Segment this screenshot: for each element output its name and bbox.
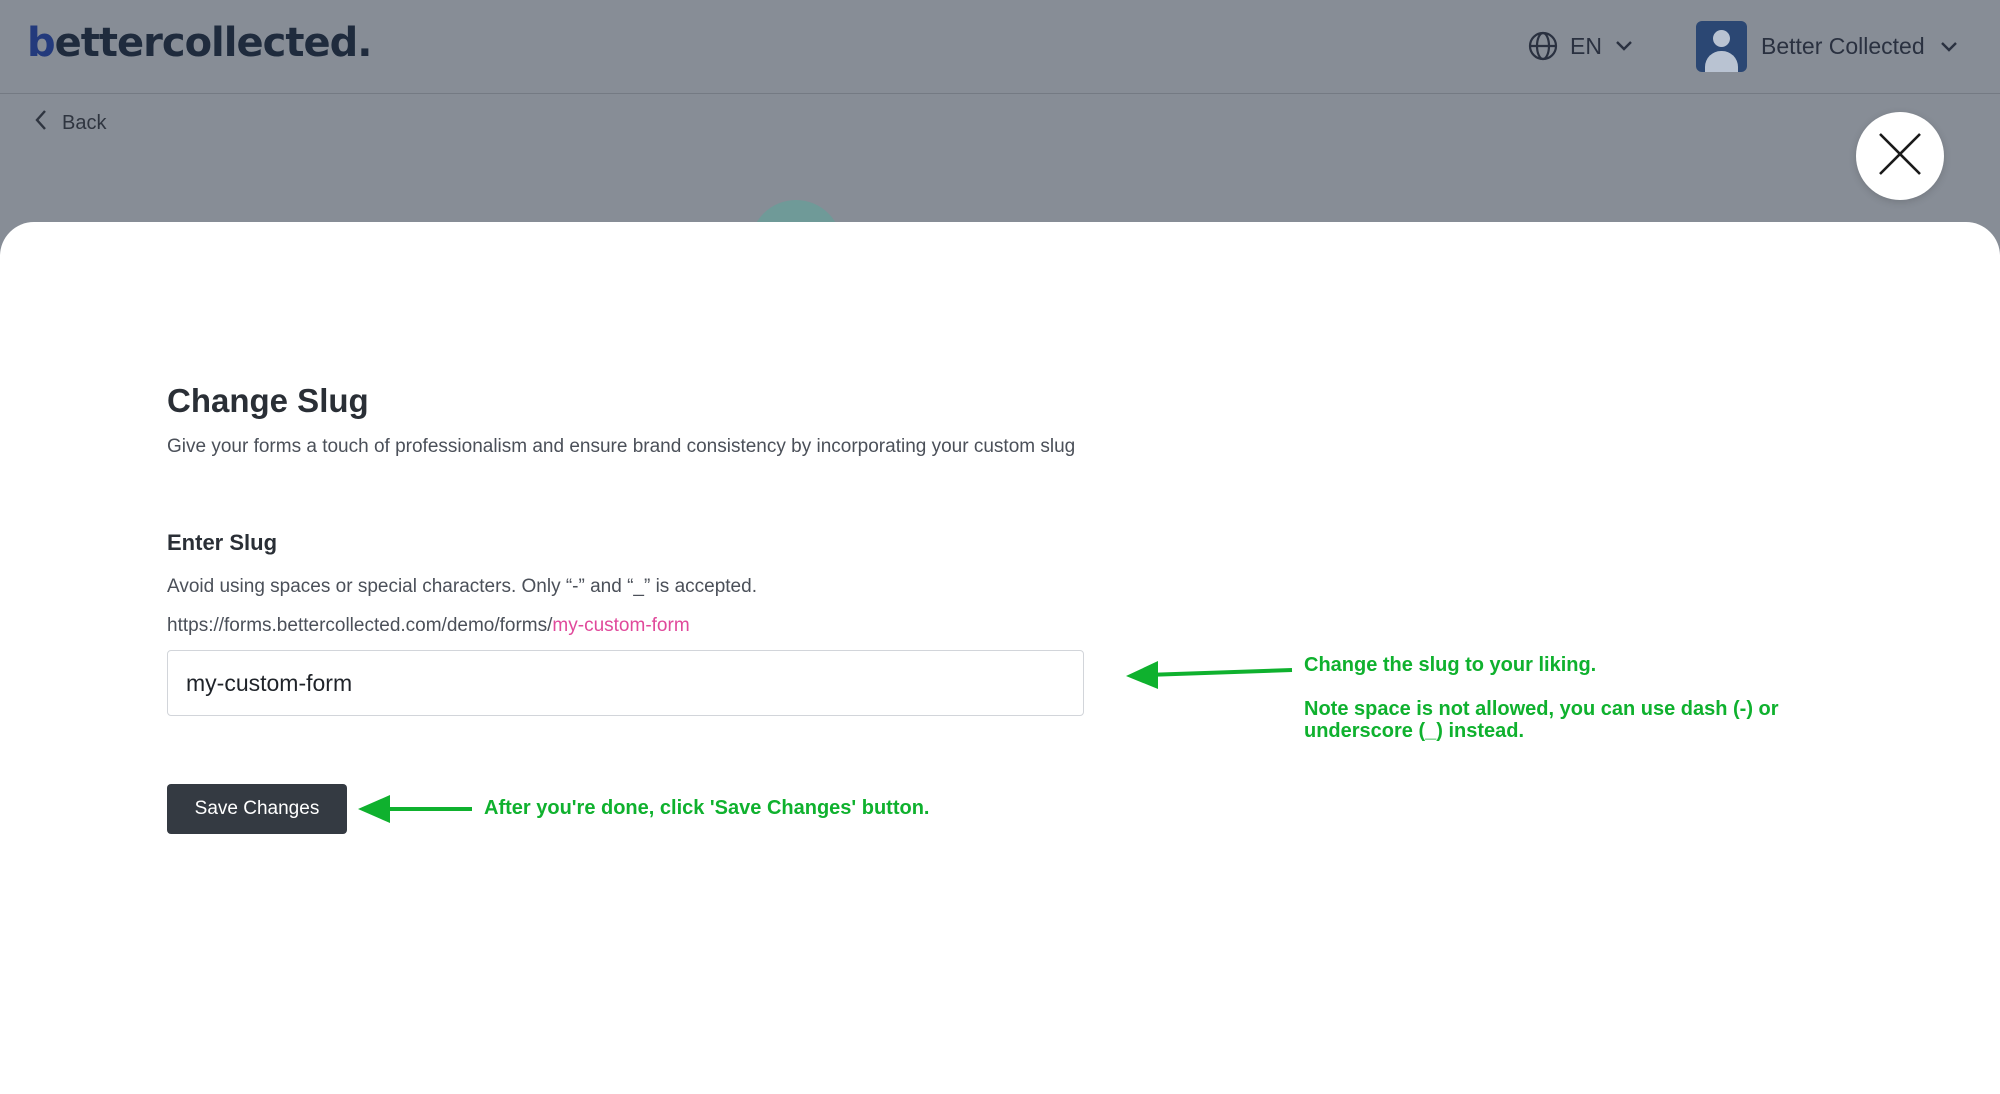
- top-bar: bettercollected. EN Better Collected: [0, 0, 2000, 94]
- user-name: Better Collected: [1761, 32, 1925, 59]
- logo[interactable]: bettercollected.: [27, 20, 373, 66]
- close-button[interactable]: [1856, 112, 1944, 200]
- user-menu[interactable]: Better Collected: [1696, 20, 1959, 72]
- modal-subtitle: Give your forms a touch of professionali…: [167, 436, 1076, 457]
- language-selector[interactable]: EN: [1528, 28, 1634, 64]
- close-icon: [1877, 131, 1923, 182]
- url-slug: my-custom-form: [552, 615, 690, 636]
- back-link[interactable]: Back: [34, 108, 106, 138]
- avatar: [1696, 20, 1747, 72]
- slug-input[interactable]: [167, 650, 1084, 716]
- back-label: Back: [62, 111, 107, 134]
- input-annotation: Change the slug to your liking. Note spa…: [1304, 654, 1864, 742]
- chevron-down-icon: [1939, 33, 1959, 60]
- globe-icon: [1528, 31, 1558, 61]
- arrow-left-icon: [358, 795, 472, 823]
- language-label: EN: [1570, 32, 1602, 59]
- logo-text: ettercollected.: [54, 20, 373, 66]
- input-annotation-line-2: Note space is not allowed, you can use d…: [1304, 698, 1779, 742]
- slug-hint: Avoid using spaces or special characters…: [167, 576, 757, 597]
- logo-b: b: [27, 20, 56, 66]
- save-changes-button[interactable]: Save Changes: [167, 784, 347, 834]
- chevron-left-icon: [34, 109, 48, 137]
- input-annotation-line-1: Change the slug to your liking.: [1304, 654, 1597, 676]
- url-preview: https://forms.bettercollected.com/demo/f…: [167, 615, 690, 637]
- save-annotation: After you're done, click 'Save Changes' …: [484, 797, 930, 819]
- url-prefix: https://forms.bettercollected.com/demo/f…: [167, 615, 553, 636]
- modal-title: Change Slug: [167, 382, 369, 419]
- chevron-down-icon: [1614, 39, 1634, 53]
- change-slug-modal: Change Slug Give your forms a touch of p…: [0, 222, 2000, 1094]
- section-title: Enter Slug: [167, 530, 278, 555]
- arrow-left-icon: [1126, 661, 1293, 689]
